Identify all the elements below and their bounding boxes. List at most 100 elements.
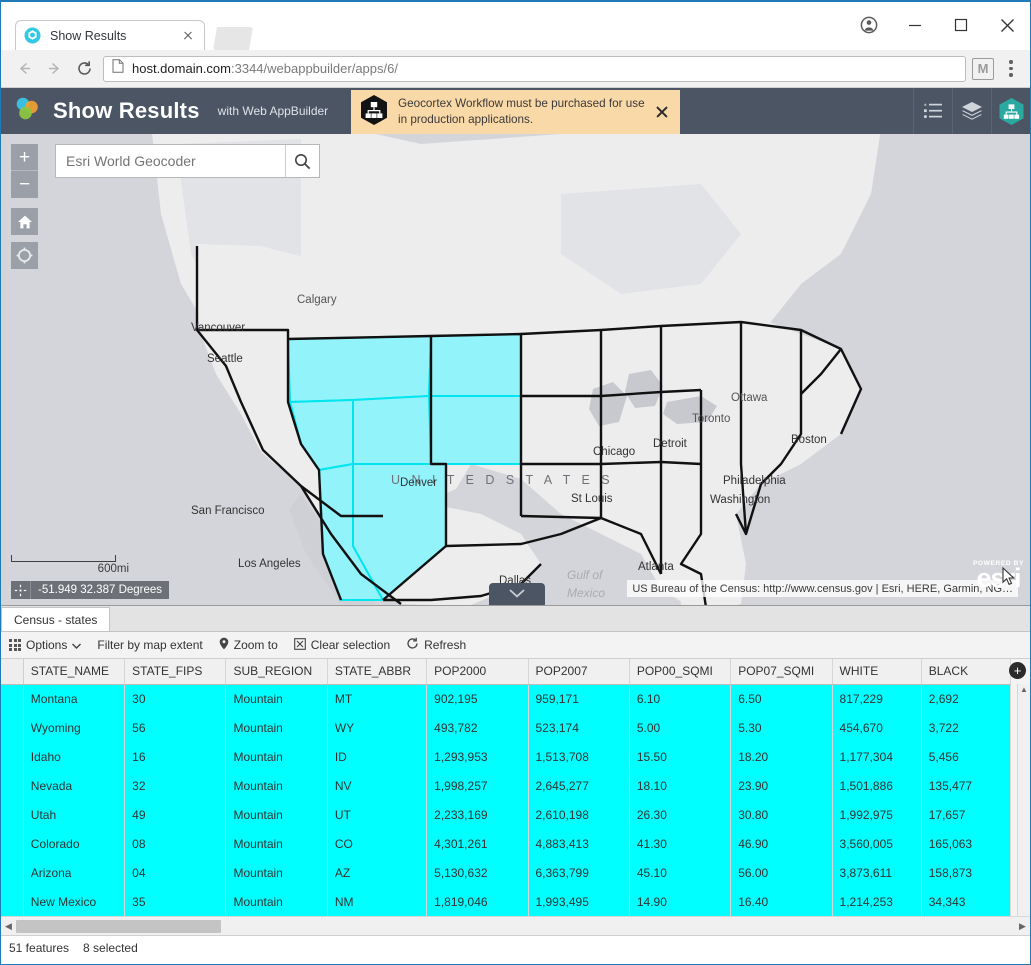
- coordinate-readout[interactable]: -51.949 32.387 Degrees: [11, 581, 169, 599]
- layers-icon[interactable]: [952, 88, 991, 134]
- cell: Utah: [23, 800, 124, 829]
- table-row[interactable]: Montana 30 Mountain MT 902,195 959,171 6…: [1, 684, 1011, 713]
- table-row[interactable]: Wyoming 56 Mountain WY 493,782 523,174 5…: [1, 713, 1011, 742]
- coordinates-text: -51.949 32.387 Degrees: [31, 584, 169, 596]
- cell: Colorado: [23, 829, 124, 858]
- table-row[interactable]: Colorado 08 Mountain CO 4,301,261 4,883,…: [1, 829, 1011, 858]
- cell: 5.00: [629, 713, 730, 742]
- row-select-cell[interactable]: [1, 771, 23, 800]
- location-pin-icon: [219, 637, 229, 653]
- horizontal-scrollbar[interactable]: ◀ ▶: [1, 916, 1030, 935]
- row-select-cell[interactable]: [1, 887, 23, 916]
- cell: 26.30: [629, 800, 730, 829]
- column-header[interactable]: POP2000: [427, 659, 528, 684]
- city-label: Detroit: [653, 438, 687, 450]
- attribute-table-panel: Census - states Options Filter by map ex…: [1, 605, 1030, 959]
- row-select-cell[interactable]: [1, 858, 23, 887]
- cell: ID: [327, 742, 426, 771]
- cell: Mountain: [226, 858, 327, 887]
- column-header[interactable]: BLACK: [921, 659, 1010, 684]
- column-header[interactable]: STATE_ABBR: [327, 659, 426, 684]
- row-select-cell[interactable]: [1, 829, 23, 858]
- column-header[interactable]: POP07_SQMI: [731, 659, 832, 684]
- cell: 3,722: [921, 713, 1010, 742]
- table-row[interactable]: Arizona 04 Mountain AZ 5,130,632 6,363,7…: [1, 858, 1011, 887]
- column-header[interactable]: POP00_SQMI: [629, 659, 730, 684]
- cell: CO: [327, 829, 426, 858]
- zoom-out-button[interactable]: −: [11, 171, 38, 198]
- reload-icon[interactable]: [69, 54, 99, 84]
- maximize-icon[interactable]: [938, 2, 984, 48]
- cell: 1,992,975: [832, 800, 921, 829]
- clear-selection-button[interactable]: Clear selection: [294, 638, 390, 653]
- close-window-icon[interactable]: [984, 2, 1030, 48]
- zoom-in-button[interactable]: +: [11, 144, 38, 171]
- tab-census-states[interactable]: Census - states: [1, 607, 110, 631]
- search-icon[interactable]: [285, 145, 319, 177]
- app-subtitle: with Web AppBuilder: [218, 104, 329, 118]
- map-city-labels: Vancouver Calgary Seattle San Francisco …: [1, 134, 1030, 605]
- row-select-cell[interactable]: [1, 684, 23, 713]
- column-header[interactable]: WHITE: [832, 659, 921, 684]
- zoom-controls: + −: [11, 144, 38, 198]
- panel-collapse-handle[interactable]: [489, 583, 545, 605]
- new-tab-icon[interactable]: [213, 27, 253, 50]
- hscroll-thumb[interactable]: [16, 920, 221, 933]
- kebab-menu-icon[interactable]: [1000, 55, 1022, 83]
- scroll-up-icon[interactable]: ▲: [1018, 684, 1030, 695]
- column-header[interactable]: STATE_NAME: [23, 659, 124, 684]
- refresh-button[interactable]: Refresh: [406, 637, 466, 653]
- extension-button[interactable]: M: [972, 58, 994, 80]
- city-label: Washington: [710, 494, 770, 506]
- forward-arrow-icon[interactable]: [39, 54, 69, 84]
- cell: 34,343: [921, 887, 1010, 916]
- row-select-cell[interactable]: [1, 800, 23, 829]
- zoom-to-button[interactable]: Zoom to: [219, 637, 278, 653]
- add-column-icon[interactable]: +: [1009, 662, 1026, 679]
- city-label: Calgary: [297, 294, 337, 306]
- locate-icon[interactable]: [11, 242, 38, 269]
- table-row[interactable]: Utah 49 Mountain UT 2,233,169 2,610,198 …: [1, 800, 1011, 829]
- geocortex-workflow-icon[interactable]: [991, 88, 1030, 134]
- cell: 16: [125, 742, 226, 771]
- options-button[interactable]: Options: [9, 638, 81, 652]
- home-icon[interactable]: [11, 208, 38, 235]
- back-arrow-icon[interactable]: [9, 54, 39, 84]
- legend-icon[interactable]: [913, 88, 952, 134]
- row-select-cell[interactable]: [1, 713, 23, 742]
- close-icon[interactable]: [652, 102, 672, 122]
- scroll-left-icon[interactable]: ◀: [1, 921, 16, 932]
- city-label: Los Angeles: [238, 558, 301, 570]
- cell: 454,670: [832, 713, 921, 742]
- cell: 158,873: [921, 858, 1010, 887]
- filter-by-map-extent-button[interactable]: Filter by map extent: [97, 638, 202, 652]
- cell: 41.30: [629, 829, 730, 858]
- table-row[interactable]: Idaho 16 Mountain ID 1,293,953 1,513,708…: [1, 742, 1011, 771]
- column-header[interactable]: SUB_REGION: [226, 659, 327, 684]
- geocoder-search[interactable]: [55, 144, 320, 178]
- cell: 2,645,277: [528, 771, 629, 800]
- close-icon[interactable]: [180, 28, 196, 44]
- map-viewport[interactable]: U N I T E D S T A T E S MÉXICO Gulf of M…: [1, 134, 1030, 605]
- esri-app-logo-icon: [12, 94, 42, 129]
- cell: 18.10: [629, 771, 730, 800]
- search-input[interactable]: [56, 145, 285, 177]
- table-row[interactable]: Nevada 32 Mountain NV 1,998,257 2,645,27…: [1, 771, 1011, 800]
- browser-tab[interactable]: Show Results: [15, 20, 205, 50]
- attribute-grid-wrapper: + STATE_NAME STATE_FIPS SUB_REGION STATE…: [1, 659, 1030, 916]
- city-label: Vancouver: [191, 322, 245, 334]
- chevron-down-icon: [72, 638, 81, 652]
- vertical-scrollbar[interactable]: ▲: [1017, 684, 1030, 916]
- app-header: Show Results with Web AppBuilder Geocort…: [1, 88, 1030, 134]
- column-header[interactable]: POP2007: [528, 659, 629, 684]
- table-row[interactable]: New Mexico 35 Mountain NM 1,819,046 1,99…: [1, 887, 1011, 916]
- column-header[interactable]: STATE_FIPS: [125, 659, 226, 684]
- cell: 23.90: [731, 771, 832, 800]
- url-bar[interactable]: host.domain.com:3344/webappbuilder/apps/…: [103, 56, 966, 82]
- feature-count: 51 features: [9, 941, 69, 955]
- scroll-right-icon[interactable]: ▶: [1015, 921, 1030, 932]
- user-profile-icon[interactable]: [846, 2, 892, 48]
- row-select-cell[interactable]: [1, 742, 23, 771]
- grid-header-row: STATE_NAME STATE_FIPS SUB_REGION STATE_A…: [1, 659, 1011, 684]
- minimize-icon[interactable]: [892, 2, 938, 48]
